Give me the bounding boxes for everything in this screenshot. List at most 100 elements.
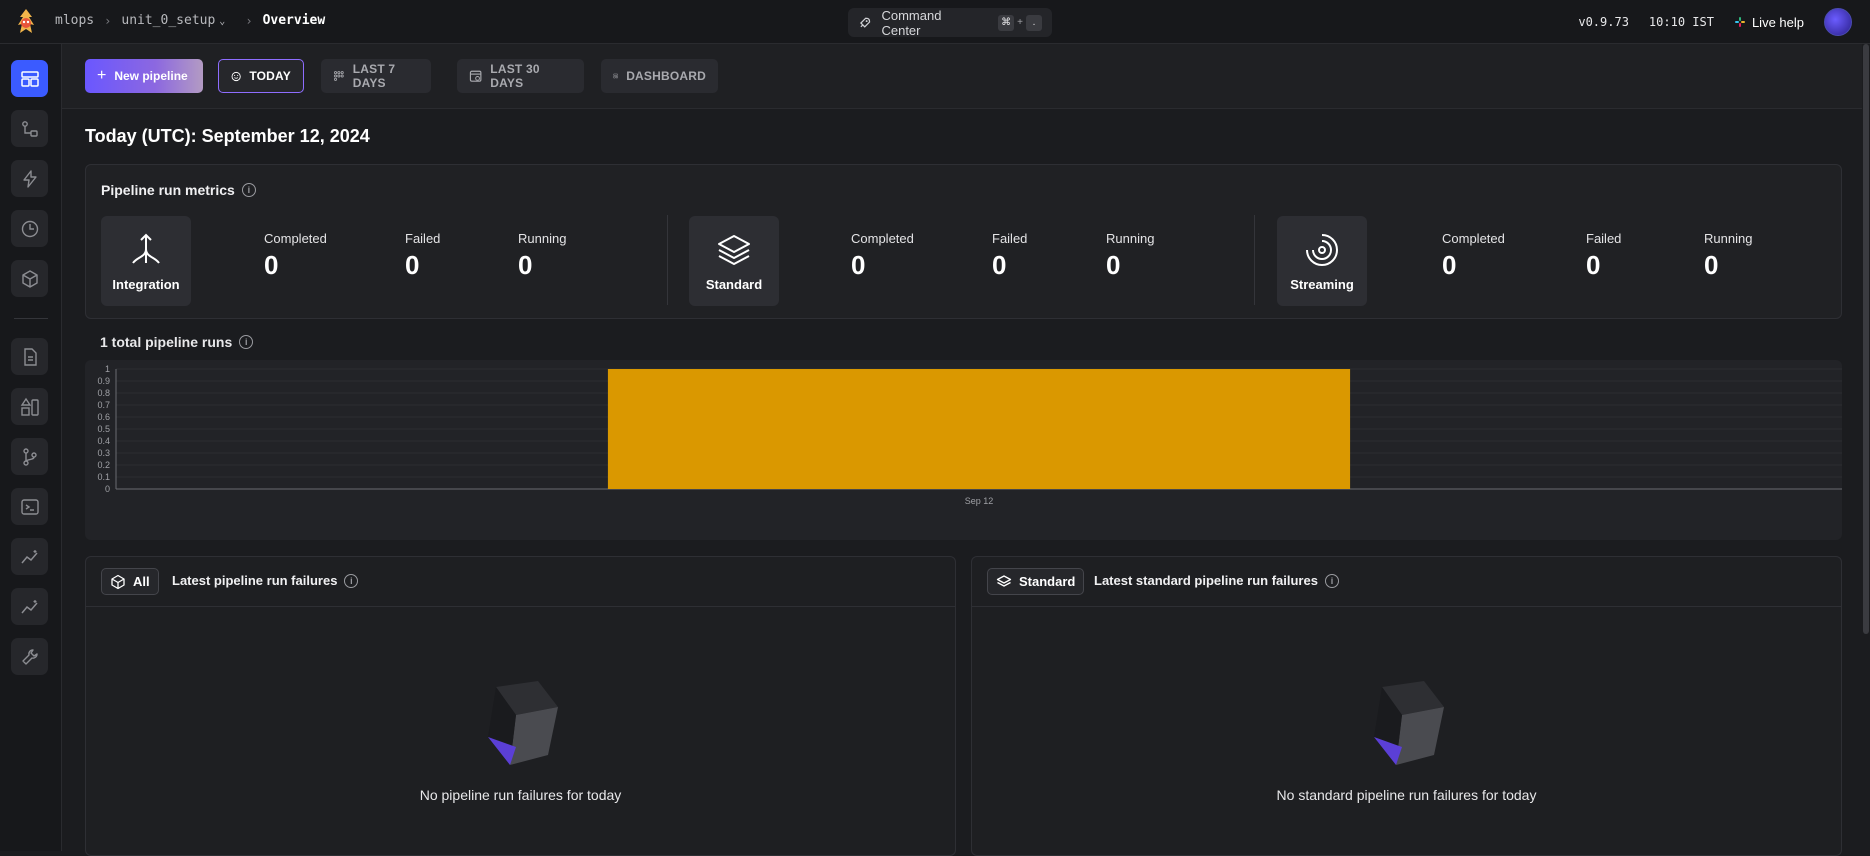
metric-completed: Completed 0 — [264, 231, 327, 281]
failures-title-label: Latest standard pipeline run failures — [1094, 573, 1318, 588]
chart-sparkle-icon — [20, 549, 38, 563]
pipeline-type-label: Streaming — [1290, 276, 1354, 292]
pipeline-type-streaming: Streaming — [1277, 216, 1367, 306]
tab-last-7-days[interactable]: LAST 7 DAYS — [321, 59, 431, 93]
metric-label: Failed — [992, 231, 1028, 246]
wrench-icon — [21, 648, 38, 665]
failures-title: Latest standard pipeline run failures i — [1094, 573, 1339, 588]
tab-today[interactable]: TODAY — [218, 59, 304, 93]
tab-dashboard-label: DASHBOARD — [626, 69, 706, 83]
empty-message: No pipeline run failures for today — [419, 787, 622, 803]
sidebar-item-overview[interactable] — [11, 60, 48, 97]
metrics-card-title: Pipeline run metrics i — [101, 182, 256, 198]
git-branch-icon — [22, 447, 37, 466]
metric-label: Failed — [405, 231, 441, 246]
metric-label: Completed — [264, 231, 327, 246]
sidebar-item-monitor[interactable] — [11, 538, 48, 575]
y-tick-label: 0.7 — [97, 400, 110, 410]
tab-last-7-days-label: LAST 7 DAYS — [352, 62, 396, 90]
live-help-link[interactable]: Live help — [1734, 15, 1804, 30]
metric-value: 0 — [1586, 250, 1601, 280]
sidebar-item-terminal[interactable] — [11, 488, 48, 525]
overview-toolbar: + New pipeline TODAY LAST 7 DAYS LAST 30… — [62, 44, 1862, 109]
sidebar-item-settings[interactable] — [11, 638, 48, 675]
info-icon[interactable]: i — [344, 573, 359, 588]
chart-sparkle-icon — [20, 599, 38, 613]
y-tick-label: 1 — [105, 364, 110, 374]
sidebar-item-runs[interactable] — [11, 210, 48, 247]
mage-logo-icon[interactable] — [12, 7, 40, 37]
streaming-icon — [1306, 233, 1338, 266]
filter-chip-all[interactable]: All — [101, 568, 159, 595]
sidebar-item-files[interactable] — [11, 338, 48, 375]
cube-icon — [111, 574, 125, 589]
merge-arrows-icon — [132, 233, 160, 264]
pipeline-run-metrics-card: Pipeline run metrics i Integration Compl… — [85, 164, 1842, 319]
lightning-icon — [22, 169, 37, 188]
failures-title-label: Latest pipeline run failures — [172, 573, 338, 588]
runs-chart-title: 1 total pipeline runs i — [100, 334, 254, 350]
sidebar-item-triggers[interactable] — [11, 160, 48, 197]
runs-chart: 0 0.1 0.2 0.3 0.4 0.5 0.6 0.7 0.8 0.9 1 Sep 12 — [85, 360, 1842, 540]
metric-label: Running — [518, 231, 567, 246]
new-pipeline-button[interactable]: + New pipeline — [85, 59, 203, 93]
avatar[interactable] — [1824, 8, 1852, 36]
shapes-icon — [20, 397, 39, 416]
chevron-down-icon: ⌄ — [219, 16, 226, 27]
breadcrumb-file[interactable]: unit_0_setup ⌄ — [121, 13, 225, 28]
metric-value: 0 — [1106, 250, 1121, 280]
info-icon[interactable]: i — [241, 183, 256, 197]
runs-chart-svg: 0 0.1 0.2 0.3 0.4 0.5 0.6 0.7 0.8 0.9 1 Sep 12 — [97, 364, 1842, 506]
pipeline-type-integration: Integration — [101, 216, 191, 306]
tab-last-30-days[interactable]: LAST 30 DAYS — [457, 59, 584, 93]
tab-dashboard[interactable]: DASHBOARD — [601, 59, 718, 93]
sidebar-item-version-control[interactable] — [11, 438, 48, 475]
layers-icon — [996, 574, 1012, 587]
y-tick-label: 0.9 — [97, 376, 110, 386]
info-icon[interactable]: i — [239, 335, 254, 349]
sidebar-item-templates[interactable] — [11, 388, 48, 425]
failures-card-header: All Latest pipeline run failures i — [86, 557, 955, 607]
plus-icon: + — [97, 67, 107, 84]
terminal-icon — [20, 498, 39, 515]
sidebar-item-pipelines[interactable] — [11, 110, 48, 147]
layers-icon — [718, 234, 750, 265]
tab-last-30-days-label: LAST 30 DAYS — [490, 62, 540, 90]
chip-label: All — [133, 574, 150, 589]
info-icon[interactable]: i — [1324, 573, 1339, 588]
latest-standard-failures-card: Standard Latest standard pipeline run fa… — [971, 556, 1842, 856]
sidebar-item-blocks[interactable] — [11, 260, 48, 297]
kbd-key: . — [1026, 14, 1042, 31]
sidebar-divider — [14, 318, 48, 319]
filter-chip-standard[interactable]: Standard — [987, 568, 1085, 595]
top-right-group: v0.9.73 10:10 IST Live help — [1578, 0, 1852, 44]
chevron-right-icon: › — [104, 13, 112, 28]
sidebar-item-observability[interactable] — [11, 588, 48, 625]
file-icon — [23, 347, 37, 366]
pipeline-type-standard: Standard — [689, 216, 779, 306]
command-center-button[interactable]: Command Center ⌘ + . — [848, 7, 1052, 38]
top-bar: mlops › unit_0_setup ⌄ › Overview Command… — [0, 0, 1870, 44]
breadcrumb-file-label: unit_0_setup — [121, 13, 216, 28]
y-tick-label: 0.8 — [97, 388, 110, 398]
metric-label: Failed — [1586, 231, 1622, 246]
empty-cube-icon — [1374, 681, 1444, 765]
dashboard-icon — [613, 73, 618, 79]
metric-running: Running 0 — [1106, 231, 1154, 281]
failures-title: Latest pipeline run failures i — [172, 573, 359, 588]
metric-completed: Completed 0 — [1442, 231, 1505, 281]
metric-failed: Failed 0 — [992, 231, 1027, 281]
page-scrollbar[interactable] — [1862, 44, 1870, 851]
metric-failed: Failed 0 — [405, 231, 440, 281]
metric-value: 0 — [405, 250, 420, 280]
metric-running: Running 0 — [518, 231, 566, 281]
scrollbar-thumb[interactable] — [1863, 44, 1869, 634]
chip-label: Standard — [1019, 574, 1076, 589]
y-tick-label: 0.2 — [97, 460, 110, 470]
new-pipeline-label: New pipeline — [114, 69, 188, 83]
metrics-title-label: Pipeline run metrics — [101, 182, 235, 198]
breadcrumb-project[interactable]: mlops — [55, 13, 94, 28]
y-tick-label: 0.5 — [97, 424, 110, 434]
y-tick-label: 0.4 — [97, 436, 110, 446]
command-center-label: Command Center — [881, 7, 942, 38]
